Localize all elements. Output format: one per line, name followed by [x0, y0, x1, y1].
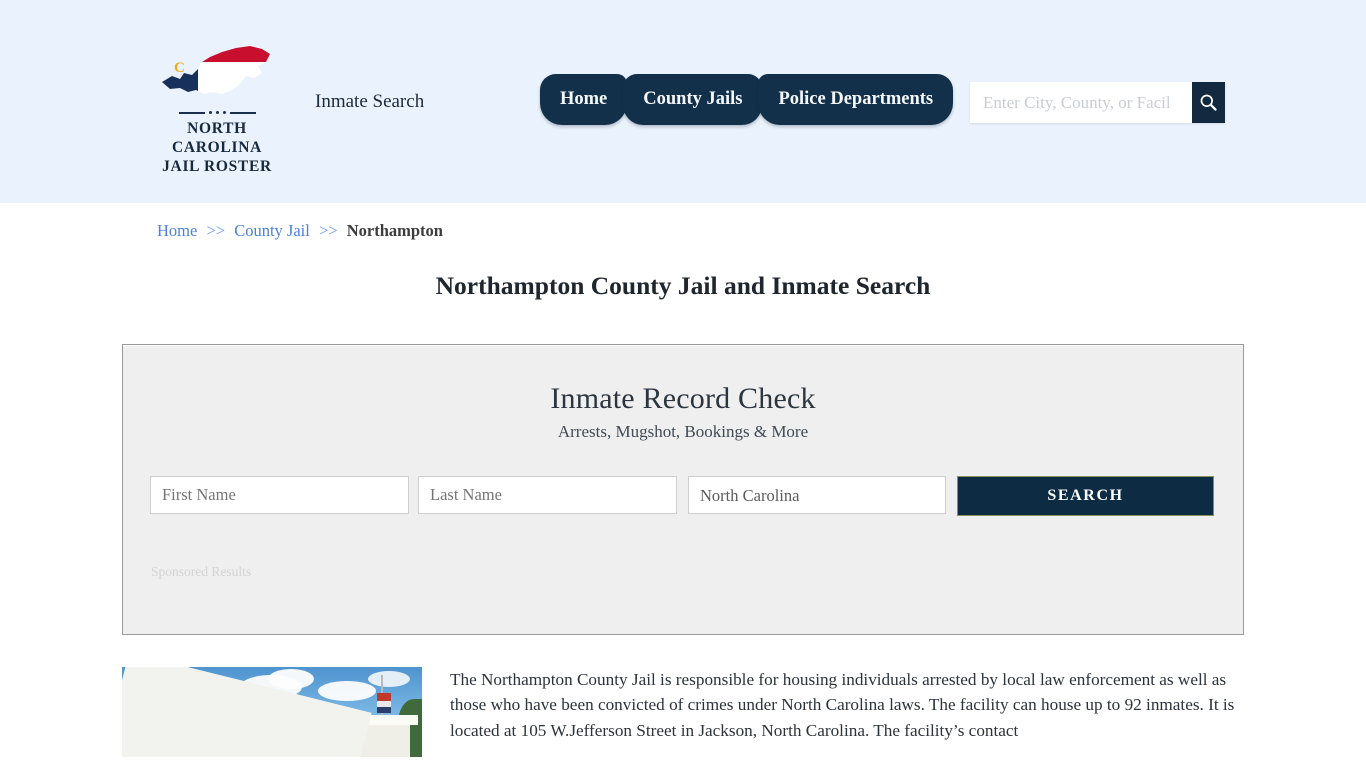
record-check-title: Inmate Record Check	[550, 382, 816, 415]
header-search-input[interactable]	[970, 82, 1192, 123]
nav-item-home[interactable]: Home	[540, 74, 628, 125]
breadcrumb: Home >> County Jail >> Northampton	[157, 221, 1366, 241]
breadcrumb-item-current: Northampton	[346, 221, 443, 240]
breadcrumb-separator: >>	[206, 221, 226, 240]
header-search	[970, 82, 1225, 123]
page-title: Northampton County Jail and Inmate Searc…	[435, 271, 931, 300]
sponsored-results-label: Sponsored Results	[151, 564, 252, 579]
svg-text:C: C	[174, 60, 185, 76]
main-navigation: Home County Jails Police Departments	[540, 74, 954, 125]
site-header: C NORTH CAROLINA JAIL ROSTER Inmate Sear…	[0, 0, 1366, 203]
nav-item-police-departments[interactable]: Police Departments	[758, 74, 954, 125]
last-name-input[interactable]	[418, 476, 677, 514]
first-name-input[interactable]	[150, 476, 409, 514]
logo-text-line2: JAIL ROSTER	[162, 158, 272, 175]
site-tagline: Inmate Search	[315, 91, 425, 112]
site-logo[interactable]: C NORTH CAROLINA JAIL ROSTER	[143, 40, 291, 176]
record-check-subtitle: Arrests, Mugshot, Bookings & More	[557, 422, 809, 441]
article-section: The Northampton County Jail is responsib…	[122, 667, 1244, 757]
record-check-form: North Carolina SEARCH	[150, 476, 1214, 516]
breadcrumb-item-county-jail[interactable]: County Jail	[234, 221, 310, 240]
article-body: The Northampton County Jail is responsib…	[450, 670, 1235, 740]
north-carolina-map-icon: C	[162, 46, 270, 94]
inmate-record-check-panel: Inmate Record Check Arrests, Mugshot, Bo…	[122, 344, 1244, 635]
search-icon	[1200, 94, 1217, 111]
header-search-button[interactable]	[1192, 82, 1225, 123]
breadcrumb-separator: >>	[318, 221, 338, 240]
nav-item-county-jails[interactable]: County Jails	[623, 74, 763, 125]
state-select[interactable]: North Carolina	[688, 476, 946, 514]
jail-building-photo	[122, 667, 422, 757]
record-check-search-button[interactable]: SEARCH	[957, 476, 1214, 516]
logo-text-line1: NORTH CAROLINA	[172, 120, 262, 156]
logo-divider	[143, 111, 291, 114]
breadcrumb-item-home[interactable]: Home	[157, 221, 197, 240]
